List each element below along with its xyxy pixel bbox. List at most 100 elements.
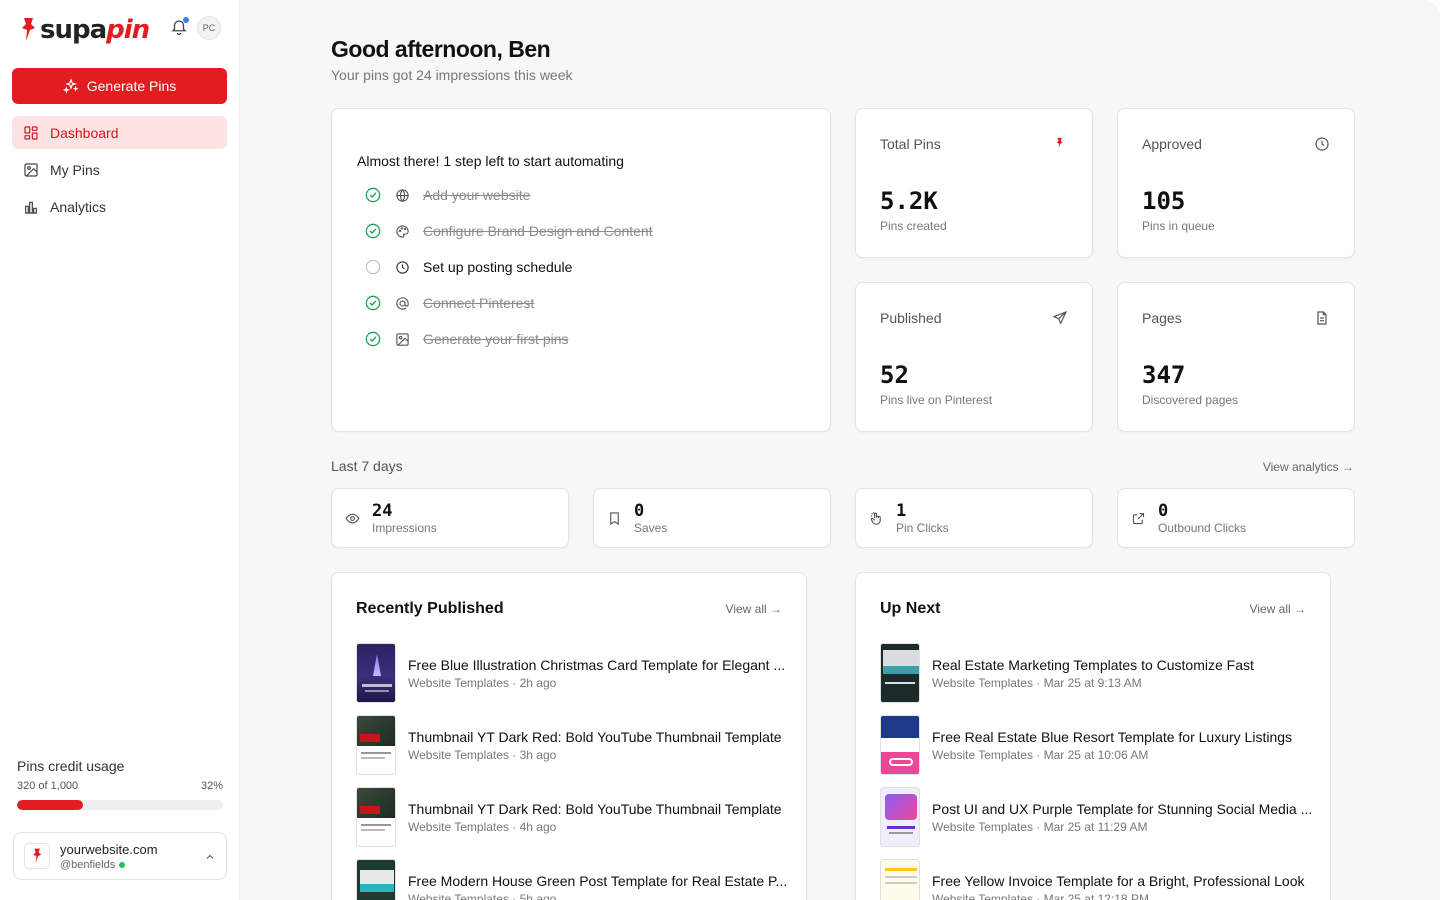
row-subtitle: Website Templates · Mar 25 at 12:18 PM <box>932 891 1149 900</box>
metric-value: 0 <box>634 501 645 521</box>
metric-label: Outbound Clicks <box>1158 521 1247 535</box>
checklist-item-generate[interactable]: Generate your first pins <box>365 329 569 349</box>
metric-saves: 0 Saves <box>593 488 831 548</box>
pin-thumbnail <box>356 787 396 847</box>
stat-subtitle: Discovered pages <box>1142 393 1239 407</box>
list-item[interactable]: Post UI and UX Purple Template for Stunn… <box>880 787 1330 847</box>
stat-value: 347 <box>1142 361 1186 389</box>
stat-subtitle: Pins in queue <box>1142 219 1215 233</box>
sidebar-item-my-pins[interactable]: My Pins <box>12 153 227 186</box>
avatar[interactable]: PC <box>197 16 221 40</box>
list-item[interactable]: Thumbnail YT Dark Red: Bold YouTube Thum… <box>356 787 806 847</box>
external-link-icon <box>1132 512 1145 525</box>
pin-thumbnail <box>880 643 920 703</box>
check-circle-icon <box>365 331 381 347</box>
checklist-item-brand[interactable]: Configure Brand Design and Content <box>365 221 653 241</box>
stat-title: Pages <box>1142 310 1182 326</box>
pointer-icon <box>870 511 881 525</box>
chevron-up-icon <box>206 854 214 859</box>
clock-icon <box>1315 137 1329 151</box>
brand-logo[interactable]: supapin <box>20 12 150 48</box>
page-subtitle: Your pins got 24 impressions this week <box>331 67 573 83</box>
metric-value: 0 <box>1158 501 1169 521</box>
credit-used: 320 of 1,000 <box>17 780 79 792</box>
globe-icon <box>396 188 409 202</box>
site-handle: @benfields <box>60 858 116 871</box>
checklist-item-website[interactable]: Add your website <box>365 185 530 205</box>
site-name: yourwebsite.com <box>60 841 158 857</box>
pushpin-icon <box>32 848 41 863</box>
stat-card-total-pins[interactable]: Total Pins 5.2K Pins created <box>855 108 1093 258</box>
document-icon <box>1317 311 1327 325</box>
pin-thumbnail <box>356 715 396 775</box>
onboarding-checklist: Almost there! 1 step left to start autom… <box>331 108 831 432</box>
stat-card-pages[interactable]: Pages 347 Discovered pages <box>1117 282 1355 432</box>
sidebar-item-dashboard[interactable]: Dashboard <box>12 116 227 149</box>
row-title: Thumbnail YT Dark Red: Bold YouTube Thum… <box>408 728 782 745</box>
list-item[interactable]: Free Modern House Green Post Template fo… <box>356 859 806 900</box>
pin-thumbnail <box>880 715 920 775</box>
bookmark-icon <box>610 512 619 526</box>
stat-card-published[interactable]: Published 52 Pins live on Pinterest <box>855 282 1093 432</box>
view-analytics-link[interactable]: View analytics → <box>1263 460 1354 474</box>
metric-label: Pin Clicks <box>896 521 949 535</box>
metric-impressions: 24 Impressions <box>331 488 569 548</box>
status-dot <box>119 861 126 868</box>
clock-icon <box>396 260 409 274</box>
chart-icon <box>25 201 37 214</box>
pushpin-icon <box>22 18 35 41</box>
credit-progress-bar <box>17 800 223 810</box>
sidebar-nav: Dashboard My Pins Analytics <box>12 116 227 227</box>
row-title: Real Estate Marketing Templates to Custo… <box>932 656 1254 673</box>
view-all-link[interactable]: View all → <box>1250 602 1306 616</box>
metric-outbound-clicks: 0 Outbound Clicks <box>1117 488 1355 548</box>
image-icon <box>396 332 409 346</box>
site-switcher[interactable]: yourwebsite.com @benfields <box>13 832 227 880</box>
sidebar-item-analytics[interactable]: Analytics <box>12 190 227 223</box>
pin-thumbnail <box>356 643 396 703</box>
palette-icon <box>396 224 409 238</box>
checklist-label: Configure Brand Design and Content <box>423 223 653 239</box>
stat-title: Approved <box>1142 136 1202 152</box>
stat-subtitle: Pins live on Pinterest <box>880 393 993 407</box>
row-subtitle: Website Templates · Mar 25 at 10:06 AM <box>932 747 1149 762</box>
row-subtitle: Website Templates · 2h ago <box>408 675 557 690</box>
metric-label: Saves <box>634 521 668 535</box>
pin-icon <box>1056 137 1063 149</box>
empty-circle-icon <box>365 259 381 275</box>
list-item[interactable]: Real Estate Marketing Templates to Custo… <box>880 643 1330 703</box>
image-icon <box>24 162 38 177</box>
section-label-last-7-days: Last 7 days <box>331 458 403 474</box>
notification-dot <box>183 17 189 23</box>
stat-card-approved[interactable]: Approved 105 Pins in queue <box>1117 108 1355 258</box>
metric-value: 24 <box>372 501 393 521</box>
credit-usage: Pins credit usage 320 of 1,000 32% <box>17 758 223 810</box>
credit-percent: 32% <box>200 780 223 792</box>
credit-title: Pins credit usage <box>17 758 125 774</box>
generate-pins-button[interactable]: Generate Pins <box>12 68 227 104</box>
send-icon <box>1052 310 1068 325</box>
list-item[interactable]: Free Blue Illustration Christmas Card Te… <box>356 643 806 703</box>
stat-value: 52 <box>880 361 909 389</box>
list-item[interactable]: Thumbnail YT Dark Red: Bold YouTube Thum… <box>356 715 806 775</box>
check-circle-icon <box>365 223 381 239</box>
list-item[interactable]: Free Yellow Invoice Template for a Brigh… <box>880 859 1330 900</box>
checklist-item-schedule[interactable]: Set up posting schedule <box>365 257 572 277</box>
checklist-label: Set up posting schedule <box>423 259 573 275</box>
list-item[interactable]: Free Real Estate Blue Resort Template fo… <box>880 715 1330 775</box>
row-subtitle: Website Templates · Mar 25 at 9:13 AM <box>932 675 1142 690</box>
checklist-label: Connect Pinterest <box>423 295 535 311</box>
stat-title: Published <box>880 310 942 326</box>
main-content: Good afternoon, Ben Your pins got 24 imp… <box>240 0 1440 900</box>
row-subtitle: Website Templates · Mar 25 at 11:29 AM <box>932 819 1148 834</box>
view-all-link[interactable]: View all → <box>726 602 782 616</box>
metric-value: 1 <box>896 501 907 521</box>
sidebar: supapin PC Generate Pins Dashboard My Pi… <box>0 0 240 900</box>
row-title: Free Blue Illustration Christmas Card Te… <box>408 656 786 673</box>
checklist-item-pinterest[interactable]: Connect Pinterest <box>365 293 534 313</box>
check-circle-icon <box>365 187 381 203</box>
row-title: Post UI and UX Purple Template for Stunn… <box>932 800 1313 817</box>
site-logo <box>24 843 50 869</box>
metric-pin-clicks: 1 Pin Clicks <box>855 488 1093 548</box>
pin-thumbnail <box>880 787 920 847</box>
